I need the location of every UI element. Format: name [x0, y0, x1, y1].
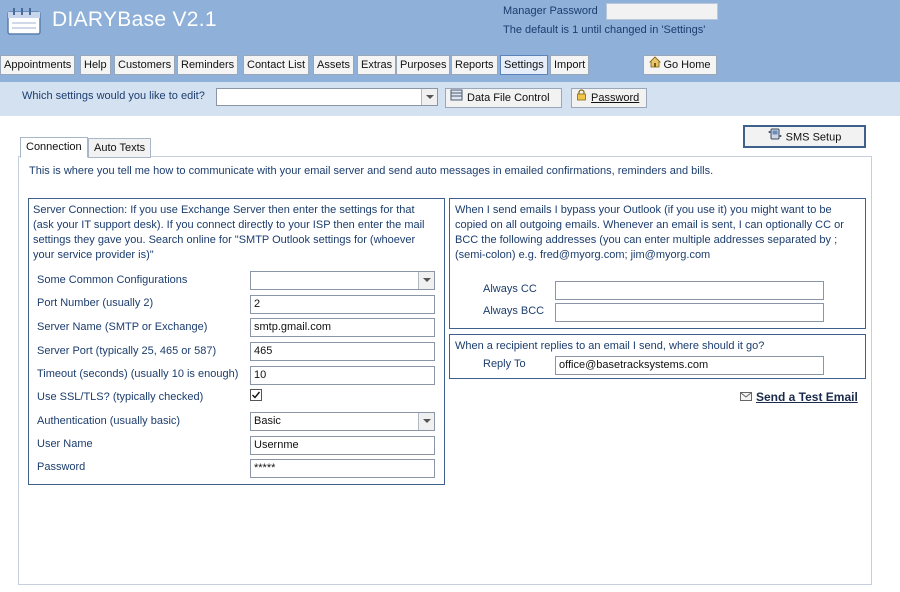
tab-auto-texts[interactable]: Auto Texts	[88, 138, 152, 158]
calendar-icon	[6, 6, 46, 36]
server-port-label: Server Port (typically 25, 465 or 587)	[37, 345, 217, 357]
server-name-input[interactable]: smtp.gmail.com	[250, 318, 435, 337]
common-config-label: Some Common Configurations	[37, 274, 188, 286]
nav-extras-button[interactable]: Extras	[357, 55, 397, 75]
which-settings-select[interactable]	[216, 88, 438, 106]
send-test-email-label: Send a Test Email	[756, 390, 858, 404]
always-bcc-input[interactable]	[555, 303, 824, 322]
server-description-line-3: settings they gave you. Search online fo…	[33, 234, 416, 246]
cc-description-line-2: copied on all outgoing emails. Whenever …	[455, 219, 844, 231]
reply-description: When a recipient replies to an email I s…	[455, 340, 765, 352]
manager-password-label: Manager Password	[503, 5, 598, 17]
timeout-input[interactable]: 10	[250, 366, 435, 385]
chevron-down-icon[interactable]	[421, 89, 437, 105]
server-description-line-4: your service provider is)"	[33, 249, 154, 261]
password-button[interactable]: Password	[571, 88, 647, 108]
common-config-select[interactable]	[250, 271, 435, 290]
chevron-down-icon[interactable]	[418, 272, 434, 289]
timeout-label: Timeout (seconds) (usually 10 is enough)	[37, 368, 239, 380]
nav-import-button[interactable]: Import	[550, 55, 590, 75]
nav-reports-button[interactable]: Reports	[451, 55, 498, 75]
nav-appointments-button[interactable]: Appointments	[0, 55, 76, 75]
always-cc-label: Always CC	[483, 283, 537, 295]
ssl-checkbox[interactable]	[250, 389, 262, 401]
server-description-line-1: Server Connection: If you use Exchange S…	[33, 204, 415, 216]
nav-contact-list-button[interactable]: Contact List	[243, 55, 310, 75]
nav-help-button[interactable]: Help	[80, 55, 111, 75]
nav-purposes-button[interactable]: Purposes	[396, 55, 451, 75]
nav-settings-button[interactable]: Settings	[500, 55, 548, 75]
nav-assets-button[interactable]: Assets	[313, 55, 355, 75]
reply-to-input[interactable]: office@basetracksystems.com	[555, 356, 824, 375]
data-file-control-label: Data File Control	[467, 92, 550, 104]
database-icon	[450, 89, 463, 107]
chevron-down-icon[interactable]	[418, 413, 434, 430]
server-description-line-2: (ask your IT support desk). If you conne…	[33, 219, 425, 231]
envelope-icon	[740, 392, 752, 404]
port-number-input[interactable]: 2	[250, 295, 435, 314]
always-bcc-label: Always BCC	[483, 305, 545, 317]
always-cc-input[interactable]	[555, 281, 824, 300]
server-port-input[interactable]: 465	[250, 342, 435, 361]
nav-reminders-button[interactable]: Reminders	[177, 55, 239, 75]
reply-to-label: Reply To	[483, 358, 526, 370]
authentication-select[interactable]: Basic	[250, 412, 435, 431]
app-title: DIARYBase V2.1	[52, 8, 217, 31]
password-field-label: Password	[37, 461, 86, 473]
sms-setup-button[interactable]: SMS Setup	[743, 125, 866, 148]
sms-setup-label: SMS Setup	[785, 131, 842, 144]
data-file-control-button[interactable]: Data File Control	[445, 88, 562, 108]
intro-text: This is where you tell me how to communi…	[29, 165, 714, 177]
nav-customers-button[interactable]: Customers	[114, 55, 176, 75]
manager-password-input[interactable]	[606, 3, 718, 20]
phone-icon	[768, 127, 782, 148]
server-name-label: Server Name (SMTP or Exchange)	[37, 321, 208, 333]
port-number-label: Port Number (usually 2)	[37, 297, 154, 309]
authentication-label: Authentication (usually basic)	[37, 415, 181, 427]
password-field-input[interactable]: *****	[250, 459, 435, 478]
authentication-value: Basic	[254, 415, 281, 427]
password-label: Password	[591, 92, 640, 104]
home-icon	[649, 56, 662, 74]
cc-description-line-1: When I send emails I bypass your Outlook…	[455, 204, 832, 216]
send-test-email-link[interactable]: Send a Test Email	[740, 390, 858, 404]
which-settings-label: Which settings would you like to edit?	[22, 90, 205, 102]
lock-icon	[576, 89, 587, 107]
user-name-input[interactable]: Usernme	[250, 436, 435, 455]
checkmark-icon	[252, 391, 261, 399]
go-home-label: Go Home	[663, 59, 711, 71]
manager-password-note: The default is 1 until changed in 'Setti…	[503, 24, 706, 36]
cc-description-line-4: (semi-colon) e.g. fred@myorg.com; jim@my…	[455, 249, 711, 261]
cc-description-line-3: BCC the following addresses (you can ent…	[455, 234, 838, 246]
user-name-label: User Name	[37, 438, 93, 450]
ssl-label: Use SSL/TLS? (typically checked)	[37, 391, 204, 403]
tab-connection[interactable]: Connection	[20, 137, 88, 158]
go-home-button[interactable]: Go Home	[643, 55, 717, 75]
